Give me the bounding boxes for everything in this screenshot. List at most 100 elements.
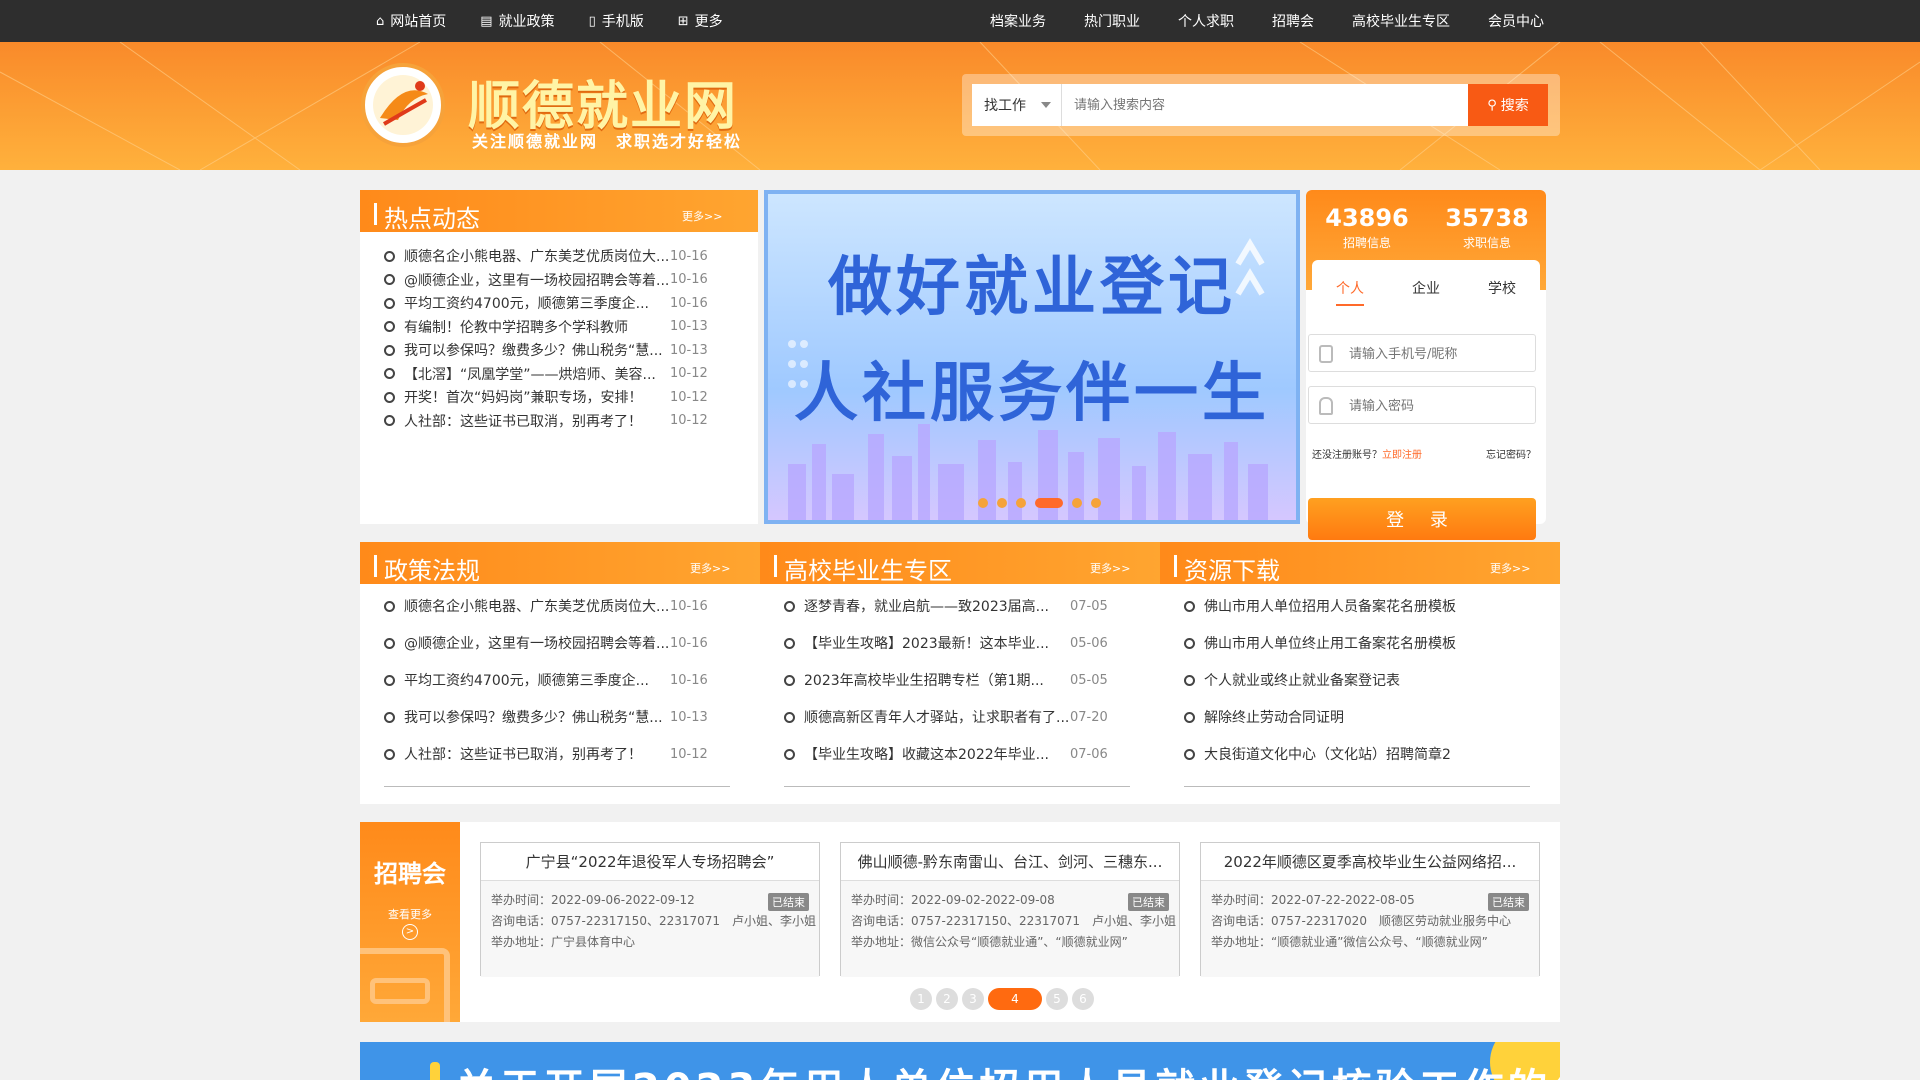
job-fair-card[interactable]: 2022年顺德区夏季高校毕业生公益网络招... 举办时间：2022-07-22-2… bbox=[1200, 842, 1540, 977]
notice-banner-text: 关于开展2023年用人单位招用人员就业登记核验工作的公告 bbox=[456, 1056, 1560, 1080]
list-item[interactable]: 顺德高新区青年人才驿站，让求职者有了... 07-20 bbox=[784, 707, 1108, 727]
top-nav-link[interactable]: 个人求职 bbox=[1178, 11, 1234, 31]
list-item[interactable]: 顺德名企小熊电器、广东美芝优质岗位大... 10-16 bbox=[384, 246, 708, 266]
site-header: 顺德就业网 关注顺德就业网 求职选才好轻松 找工作 ⚲ 搜索 bbox=[0, 42, 1920, 170]
hero-banner[interactable]: 做好就业登记 人社服务伴一生 bbox=[764, 190, 1300, 524]
phone-icon: ▯ bbox=[588, 13, 596, 29]
list-item-title: 我可以参保吗？缴费多少？佛山税务“慧... bbox=[404, 343, 663, 359]
job-fair-card-body: 举办时间：2022-09-02-2022-09-08 咨询电话：0757-2231… bbox=[841, 881, 1179, 977]
job-fair-more-link[interactable]: 查看更多 bbox=[360, 906, 460, 922]
banner-dot[interactable] bbox=[997, 498, 1007, 508]
notice-banner[interactable]: 关于开展2023年用人单位招用人员就业登记核验工作的公告 bbox=[360, 1042, 1560, 1080]
top-nav-link[interactable]: 档案业务 bbox=[990, 11, 1046, 31]
job-fair-card-phone: 咨询电话：0757-22317020 顺德区劳动就业服务中心 bbox=[1211, 914, 1511, 928]
job-fair-card-time: 举办时间：2022-09-02-2022-09-08 bbox=[851, 893, 1055, 907]
list-item-date: 10-12 bbox=[670, 413, 708, 428]
section-more-link[interactable]: 更多>> bbox=[1490, 560, 1530, 576]
phone-input[interactable] bbox=[1349, 343, 1529, 365]
list-item-title: 顺德名企小熊电器、广东美芝优质岗位大... bbox=[404, 249, 670, 265]
list-item[interactable]: 【毕业生攻略】2023最新！这本毕业... 05-06 bbox=[784, 633, 1108, 653]
search-category-select[interactable]: 找工作 bbox=[972, 84, 1062, 126]
list-item[interactable]: 大良街道文化中心（文化站）招聘简章2 bbox=[1184, 744, 1474, 764]
banner-dot[interactable] bbox=[1035, 498, 1063, 508]
register-prefix: 还没注册账号？ bbox=[1312, 450, 1382, 461]
top-nav-link[interactable]: 热门职业 bbox=[1084, 11, 1140, 31]
top-nav-item[interactable]: ⌂ 网站首页 bbox=[376, 11, 446, 31]
search-button[interactable]: ⚲ 搜索 bbox=[1468, 84, 1548, 126]
list-item[interactable]: 佛山市用人单位招用人员备案花名册模板 bbox=[1184, 596, 1474, 616]
list-item[interactable]: 顺德名企小熊电器、广东美芝优质岗位大... 10-16 bbox=[384, 596, 708, 616]
page-button[interactable]: 6 bbox=[1072, 988, 1094, 1010]
bullet-icon bbox=[784, 674, 795, 686]
list-item[interactable]: 人社部：这些证书已取消，别再考了！ 10-12 bbox=[384, 411, 708, 431]
page-button[interactable]: 2 bbox=[936, 988, 958, 1010]
list-item[interactable]: 平均工资约4700元，顺德第三季度企... 10-16 bbox=[384, 670, 708, 690]
job-fair-card-title: 广宁县“2022年退役军人专场招聘会” bbox=[481, 843, 819, 881]
page-button[interactable]: 3 bbox=[962, 988, 984, 1010]
list-item-date: 10-13 bbox=[670, 319, 708, 334]
login-tab[interactable]: 个人 bbox=[1336, 278, 1364, 306]
banner-dot[interactable] bbox=[1091, 498, 1101, 508]
list-item[interactable]: 佛山市用人单位终止用工备案花名册模板 bbox=[1184, 633, 1474, 653]
search-input[interactable] bbox=[1062, 84, 1468, 126]
list-item[interactable]: 逐梦青春，就业启航——致2023届高... 07-05 bbox=[784, 596, 1108, 616]
job-fair-card-phone: 咨询电话：0757-22317150、22317071 卢小姐、李小姐 bbox=[851, 914, 1177, 928]
list-item[interactable]: 个人就业或终止就业备案登记表 bbox=[1184, 670, 1474, 690]
site-logo[interactable] bbox=[358, 60, 448, 150]
status-badge: 已结束 bbox=[1488, 893, 1529, 911]
banner-dot[interactable] bbox=[1016, 498, 1026, 508]
list-item-date: 10-16 bbox=[670, 598, 708, 614]
register-prompt: 还没注册账号？立即注册 bbox=[1312, 446, 1422, 461]
login-tab[interactable]: 学校 bbox=[1488, 278, 1516, 306]
job-fair-card-address: 举办地址：“顺德就业通”微信公众号、“顺德就业网” bbox=[1211, 935, 1488, 949]
list-item[interactable]: 我可以参保吗？缴费多少？佛山税务“慧... 10-13 bbox=[384, 707, 708, 727]
banner-dot[interactable] bbox=[1072, 498, 1082, 508]
top-nav-item[interactable]: ▯ 手机版 bbox=[589, 11, 644, 31]
list-item[interactable]: @顺德企业，这里有一场校园招聘会等着... 10-16 bbox=[384, 633, 708, 653]
page-button[interactable]: 5 bbox=[1046, 988, 1068, 1010]
login-tab[interactable]: 企业 bbox=[1412, 278, 1440, 306]
section-more-link[interactable]: 更多>> bbox=[1090, 560, 1130, 576]
list-item[interactable]: 解除终止劳动合同证明 bbox=[1184, 707, 1474, 727]
bullet-icon bbox=[1184, 674, 1195, 686]
list-item[interactable]: 开奖！首次“妈妈岗”兼职专场，安排！ 10-12 bbox=[384, 387, 708, 407]
site-slogan: 关注顺德就业网 求职选才好轻松 bbox=[472, 132, 743, 151]
list-item-title: 【北滘】“凤凰学堂”——烘焙师、美容... bbox=[404, 366, 656, 383]
stat-jobs-value: 43896 bbox=[1325, 204, 1409, 232]
job-fair-pagination: 123456 bbox=[910, 988, 1094, 1010]
top-nav-link[interactable]: 会员中心 bbox=[1488, 11, 1544, 31]
list-item[interactable]: 平均工资约4700元，顺德第三季度企... 10-16 bbox=[384, 293, 708, 313]
job-fair-card-title: 佛山顺德-黔东南雷山、台江、剑河、三穗东... bbox=[841, 843, 1179, 881]
section-more-link[interactable]: 更多>> bbox=[690, 560, 730, 576]
job-fair-card-body: 举办时间：2022-07-22-2022-08-05 咨询电话：0757-2231… bbox=[1201, 881, 1539, 977]
password-input[interactable] bbox=[1349, 395, 1529, 417]
list-item-title: 【毕业生攻略】2023最新！这本毕业... bbox=[804, 636, 1049, 652]
top-nav-link[interactable]: 招聘会 bbox=[1272, 11, 1314, 31]
stat-seekers-label: 求职信息 bbox=[1462, 236, 1511, 250]
top-nav-link[interactable]: 高校毕业生专区 bbox=[1352, 11, 1450, 31]
arrow-right-icon[interactable]: > bbox=[402, 924, 418, 940]
bullet-icon bbox=[1184, 600, 1195, 612]
top-nav-item[interactable]: ▤ 就业政策 bbox=[480, 11, 554, 31]
bullet-icon bbox=[384, 274, 395, 285]
login-button[interactable]: 登 录 bbox=[1308, 498, 1536, 540]
job-fair-card[interactable]: 广宁县“2022年退役军人专场招聘会” 举办时间：2022-09-06-2022-… bbox=[480, 842, 820, 977]
page-button[interactable]: 4 bbox=[988, 988, 1042, 1010]
search-bar: 找工作 ⚲ 搜索 bbox=[962, 74, 1560, 136]
list-item[interactable]: 我可以参保吗？缴费多少？佛山税务“慧... 10-13 bbox=[384, 340, 708, 360]
section-title: 政策法规 bbox=[374, 551, 480, 586]
list-item[interactable]: 【毕业生攻略】收藏这本2022年毕业... 07-06 bbox=[784, 744, 1108, 764]
list-item-date: 10-13 bbox=[670, 709, 708, 725]
top-nav-item[interactable]: ⊞ 更多 bbox=[678, 11, 723, 31]
list-item[interactable]: 【北滘】“凤凰学堂”——烘焙师、美容... 10-12 bbox=[384, 364, 708, 384]
forgot-password-link[interactable]: 忘记密码？ bbox=[1486, 446, 1536, 461]
hot-news-more-link[interactable]: 更多>> bbox=[682, 208, 722, 224]
list-item[interactable]: @顺德企业，这里有一场校园招聘会等着... 10-16 bbox=[384, 270, 708, 290]
list-item[interactable]: 2023年高校毕业生招聘专栏（第1期... 05-05 bbox=[784, 670, 1108, 690]
page-button[interactable]: 1 bbox=[910, 988, 932, 1010]
banner-dot[interactable] bbox=[978, 498, 988, 508]
register-link[interactable]: 立即注册 bbox=[1382, 450, 1422, 461]
list-item[interactable]: 人社部：这些证书已取消，别再考了！ 10-12 bbox=[384, 744, 708, 764]
list-item[interactable]: 有编制！伦教中学招聘多个学科教师 10-13 bbox=[384, 317, 708, 337]
job-fair-card[interactable]: 佛山顺德-黔东南雷山、台江、剑河、三穗东... 举办时间：2022-09-02-2… bbox=[840, 842, 1180, 977]
